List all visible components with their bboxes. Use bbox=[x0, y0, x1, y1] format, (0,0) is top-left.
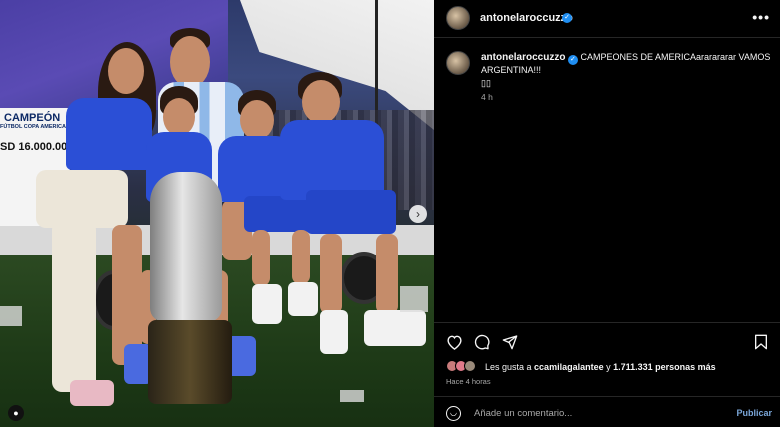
woman-leg bbox=[52, 220, 96, 392]
woman-shoe bbox=[70, 380, 114, 406]
post-header: antonelaroccuzzo ✓ ••• bbox=[434, 0, 780, 38]
kid-leg bbox=[252, 230, 270, 286]
verified-badge-icon: ✓ bbox=[562, 13, 572, 23]
kid-shorts bbox=[306, 190, 396, 234]
post-timestamp[interactable]: Hace 4 horas bbox=[446, 377, 491, 386]
kid-shorts bbox=[244, 196, 312, 232]
kid-shoe bbox=[288, 282, 318, 316]
post-info-panel: antonelaroccuzzo ✓ ••• antonelaroccuzzo … bbox=[434, 0, 780, 427]
kid-shoe bbox=[320, 310, 348, 354]
kid-head bbox=[163, 98, 195, 136]
author-avatar[interactable] bbox=[446, 6, 470, 30]
chevron-right-icon[interactable]: › bbox=[409, 205, 427, 223]
kid-leg bbox=[376, 234, 398, 314]
kid-leg bbox=[320, 234, 342, 314]
kid-shirt bbox=[280, 120, 384, 200]
liker-avatar bbox=[464, 360, 476, 372]
kid-shoe bbox=[252, 284, 282, 324]
confetti bbox=[0, 306, 22, 326]
woman-shirt bbox=[66, 98, 152, 170]
likes-user-link[interactable]: ccamilagalantee bbox=[534, 362, 604, 372]
comment-input[interactable] bbox=[474, 404, 714, 422]
comment-icon[interactable] bbox=[474, 334, 490, 354]
copa-america-trophy bbox=[150, 172, 222, 322]
likes-prefix: Les gusta a bbox=[485, 362, 535, 372]
man-head bbox=[170, 36, 210, 88]
kid-leg bbox=[292, 230, 310, 284]
heart-icon[interactable] bbox=[446, 334, 463, 354]
verified-badge-icon: ✓ bbox=[567, 55, 578, 65]
likes-count-link[interactable]: 1.711.331 personas más bbox=[613, 362, 716, 372]
woman-head bbox=[108, 48, 144, 94]
board-amount: SD 16.000.000 bbox=[0, 141, 74, 153]
post-photo[interactable]: CAMPEÓN FÚTBOL COPA AMERICA 20 SD 16.000… bbox=[0, 0, 434, 427]
likes-summary: Les gusta a ccamilagalantee y 1.711.331 … bbox=[485, 362, 716, 372]
kid-head bbox=[302, 80, 340, 124]
bookmark-icon[interactable] bbox=[754, 334, 768, 354]
kid-shoe bbox=[364, 310, 426, 346]
smiley-icon[interactable]: ◡ bbox=[446, 406, 461, 421]
kid-head bbox=[240, 100, 274, 140]
action-bar bbox=[434, 322, 780, 358]
caption-username[interactable]: antonelaroccuzzo bbox=[481, 52, 565, 63]
comment-bar: ◡ Publicar bbox=[434, 396, 780, 427]
trophy-base bbox=[148, 320, 232, 404]
header-username[interactable]: antonelaroccuzzo bbox=[480, 12, 573, 24]
caption-avatar[interactable] bbox=[446, 51, 470, 75]
confetti bbox=[400, 286, 428, 312]
board-title: CAMPEÓN bbox=[4, 112, 61, 124]
more-options-icon[interactable]: ••• bbox=[752, 9, 770, 25]
send-icon[interactable] bbox=[502, 334, 518, 354]
confetti bbox=[340, 390, 364, 402]
board-subtitle: FÚTBOL COPA AMERICA 20 bbox=[0, 124, 74, 130]
caption-time: 4 h bbox=[481, 92, 493, 102]
post-caption: antonelaroccuzzo ✓ CAMPEONES DE AMERICAa… bbox=[481, 51, 771, 76]
likes-middle: y bbox=[603, 362, 614, 372]
person-tag-icon[interactable]: ● bbox=[8, 405, 24, 421]
caption-emoji: ▯▯ bbox=[481, 78, 491, 88]
publish-button[interactable]: Publicar bbox=[736, 408, 772, 418]
